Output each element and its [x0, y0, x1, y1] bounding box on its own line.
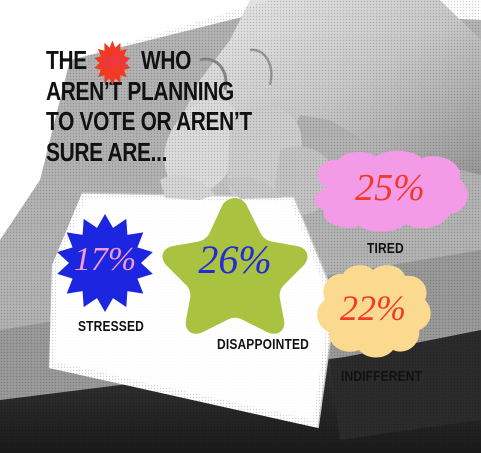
headline-badge: 18% — [88, 40, 139, 86]
indifferent-value: 22% — [340, 288, 406, 328]
indifferent-label: INDIFFERENT — [341, 368, 423, 385]
headline-line-2: AREN’T PLANNING — [46, 77, 234, 106]
headline: THE 18% WHO AREN’T PLANNING TO VOTE OR ARE… — [46, 40, 252, 168]
headline-who: WHO — [140, 47, 192, 75]
disappointed-label: DISAPPOINTED — [217, 336, 309, 353]
tired-label: TIRED — [367, 240, 404, 257]
stressed-value: 17% — [73, 241, 137, 278]
headline-line-4: SURE ARE... — [46, 138, 168, 167]
headline-the: THE — [46, 47, 87, 75]
tired-value: 25% — [355, 167, 425, 209]
disappointed-value: 26% — [198, 237, 272, 282]
infographic-canvas: THE 18% WHO AREN’T PLANNING TO VOTE OR ARE… — [0, 0, 481, 453]
stressed-label: STRESSED — [78, 318, 144, 335]
headline-line-3: TO VOTE OR AREN’T — [46, 108, 252, 136]
headline-line-1: THE 18% WHO — [46, 40, 226, 86]
headline-badge-value: 18% — [101, 52, 127, 71]
